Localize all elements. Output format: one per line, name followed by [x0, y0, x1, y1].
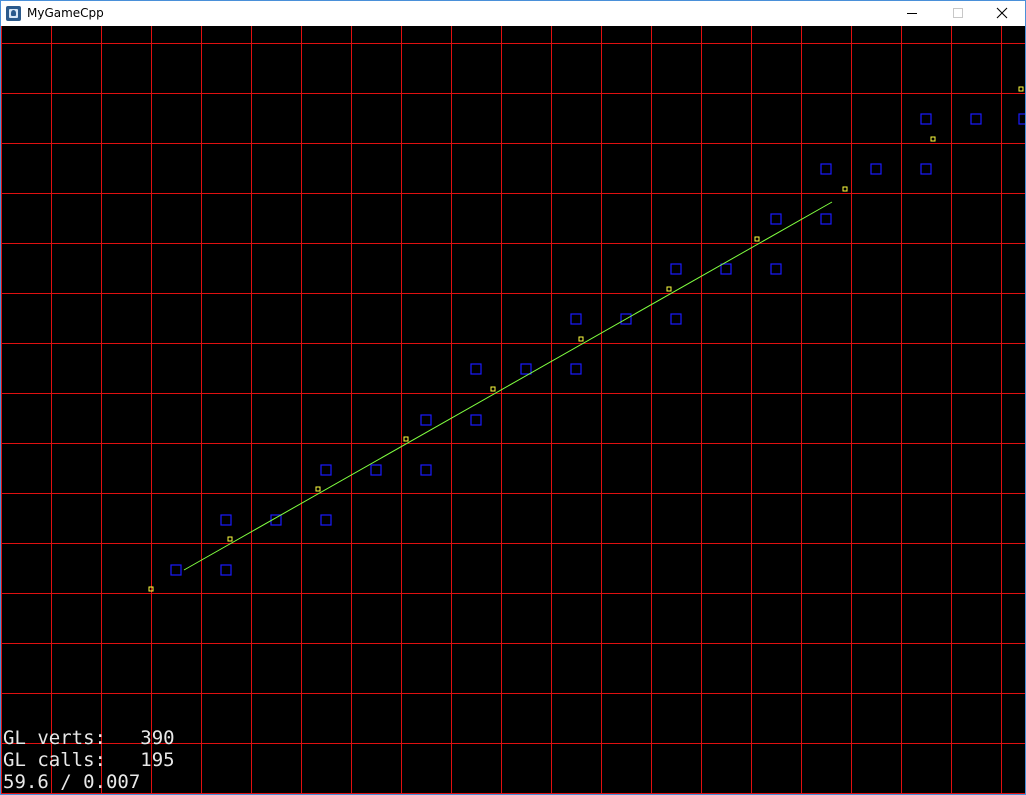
app-window: MyGameCpp GL verts: 390 GL calls: 195 59…	[0, 0, 1026, 795]
tile-marker	[1018, 113, 1025, 125]
path-line	[183, 201, 833, 571]
window-title: MyGameCpp	[27, 6, 104, 20]
maximize-button[interactable]	[935, 1, 981, 26]
title-bar[interactable]: MyGameCpp	[1, 1, 1025, 26]
tile-marker	[920, 163, 932, 175]
path-point	[315, 486, 321, 492]
tile-marker	[420, 414, 432, 426]
tile-marker	[320, 464, 332, 476]
tile-marker	[920, 113, 932, 125]
hud-fps: 59.6 / 0.007	[3, 771, 141, 793]
tile-marker	[820, 213, 832, 225]
minimize-button[interactable]	[889, 1, 935, 26]
path-point	[403, 436, 409, 442]
tile-marker	[870, 163, 882, 175]
tile-marker	[520, 363, 532, 375]
path-point	[930, 136, 936, 142]
tile-marker	[570, 313, 582, 325]
tile-marker	[420, 464, 432, 476]
tile-marker	[770, 213, 782, 225]
path-point	[490, 386, 496, 392]
tile-marker	[370, 464, 382, 476]
tile-marker	[720, 263, 732, 275]
path-point	[578, 336, 584, 342]
close-button[interactable]	[979, 1, 1025, 26]
path-point	[842, 186, 848, 192]
app-icon[interactable]	[6, 6, 21, 21]
game-viewport[interactable]: GL verts: 390 GL calls: 195 59.6 / 0.007	[1, 26, 1025, 794]
path-point	[666, 286, 672, 292]
tile-marker	[820, 163, 832, 175]
tile-marker	[570, 363, 582, 375]
tile-marker	[170, 564, 182, 576]
tile-marker	[670, 313, 682, 325]
tile-marker	[470, 363, 482, 375]
tile-marker	[220, 564, 232, 576]
path-point	[754, 236, 760, 242]
hud-gl-calls: GL calls: 195	[3, 749, 175, 771]
tile-marker	[470, 414, 482, 426]
game-scene[interactable]	[1, 26, 1025, 794]
tile-marker	[670, 263, 682, 275]
hud-gl-verts: GL verts: 390	[3, 727, 175, 749]
tile-marker	[770, 263, 782, 275]
path-point	[227, 536, 233, 542]
path-point	[1018, 86, 1024, 92]
tile-marker	[220, 514, 232, 526]
maximize-icon	[953, 8, 963, 18]
close-icon	[996, 7, 1008, 19]
tile-marker	[320, 514, 332, 526]
minimize-icon	[907, 13, 917, 14]
tile-marker	[970, 113, 982, 125]
